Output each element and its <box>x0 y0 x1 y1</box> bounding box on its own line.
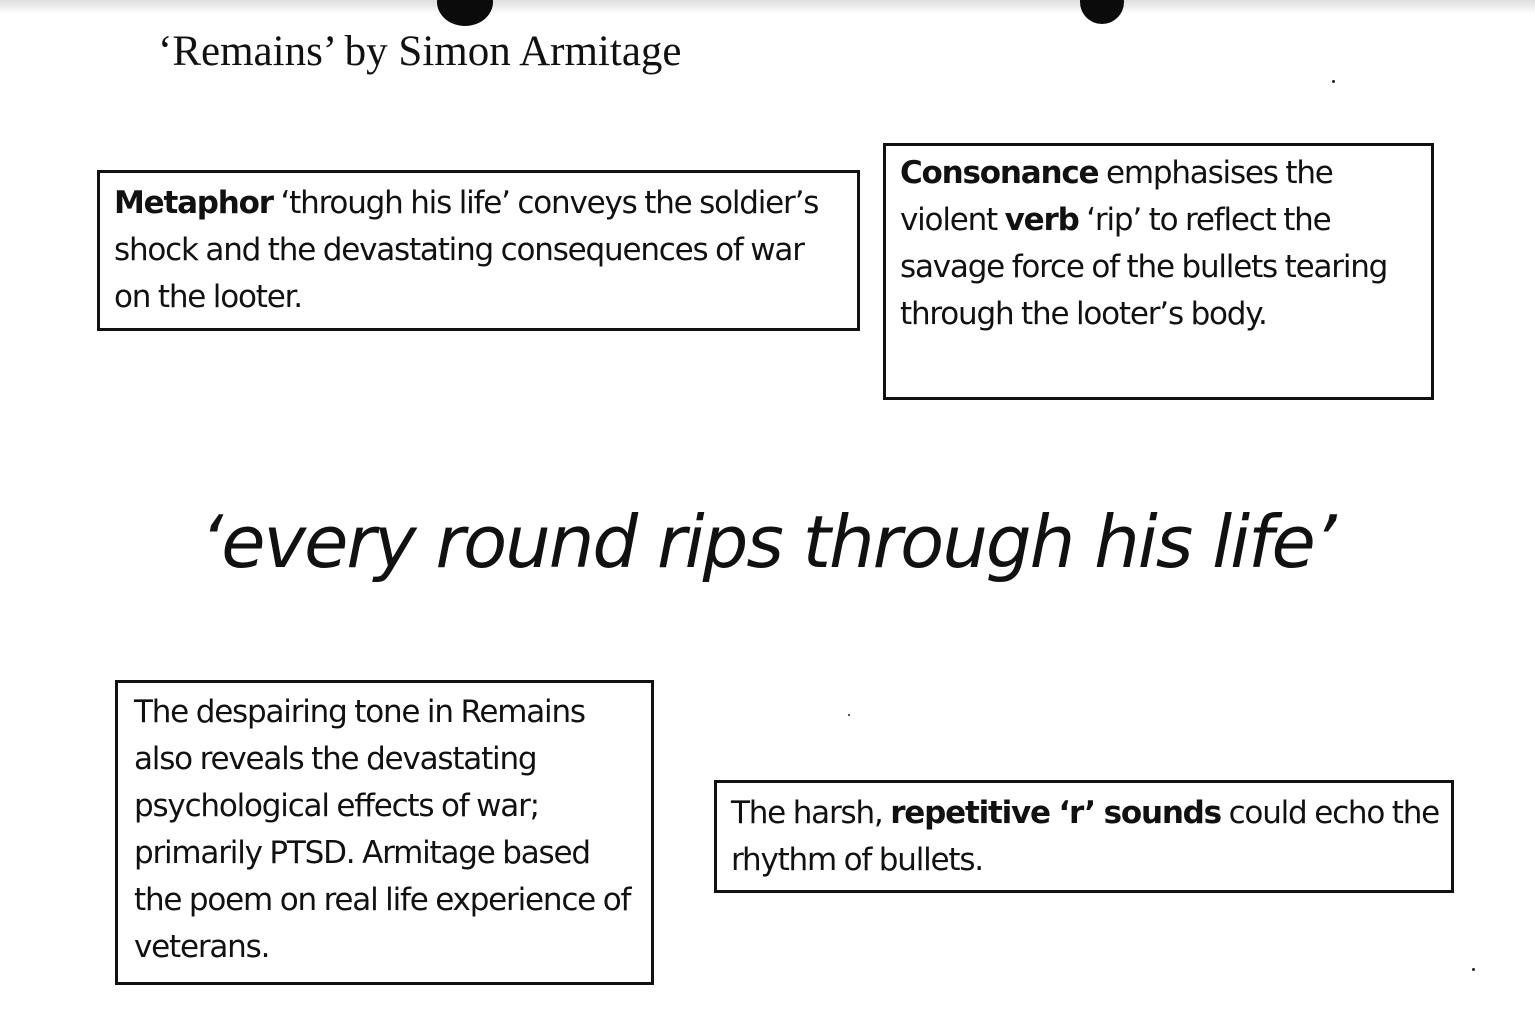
harsh-text-1: The harsh, <box>731 795 891 831</box>
annotation-box-tone: The despairing tone in Remains also reve… <box>115 680 654 985</box>
punch-hole-right <box>1080 0 1124 24</box>
punch-hole-left <box>437 0 493 26</box>
document-title: ‘Remains’ by Simon Armitage <box>158 28 682 75</box>
annotation-box-sounds: The harsh, repetitive ‘r’ sounds could e… <box>714 780 1454 893</box>
scan-speck <box>1332 80 1335 83</box>
poem-quote: ‘every round rips through his life’ <box>200 500 1336 584</box>
term-consonance: Consonance <box>900 155 1100 191</box>
term-metaphor: Metaphor <box>114 185 274 221</box>
annotation-box-metaphor: Metaphor ‘through his life’ conveys the … <box>97 170 860 331</box>
term-repetitive-r-sounds: repetitive ‘r’ sounds <box>890 795 1222 831</box>
scan-speck <box>848 714 850 716</box>
scan-edge-shadow <box>0 0 1535 14</box>
tone-text: The despairing tone in Remains also reve… <box>134 694 631 965</box>
term-verb: verb <box>1004 202 1080 238</box>
scan-speck <box>1472 968 1475 971</box>
annotation-box-consonance: Consonance emphasises the violent verb ‘… <box>883 143 1434 400</box>
